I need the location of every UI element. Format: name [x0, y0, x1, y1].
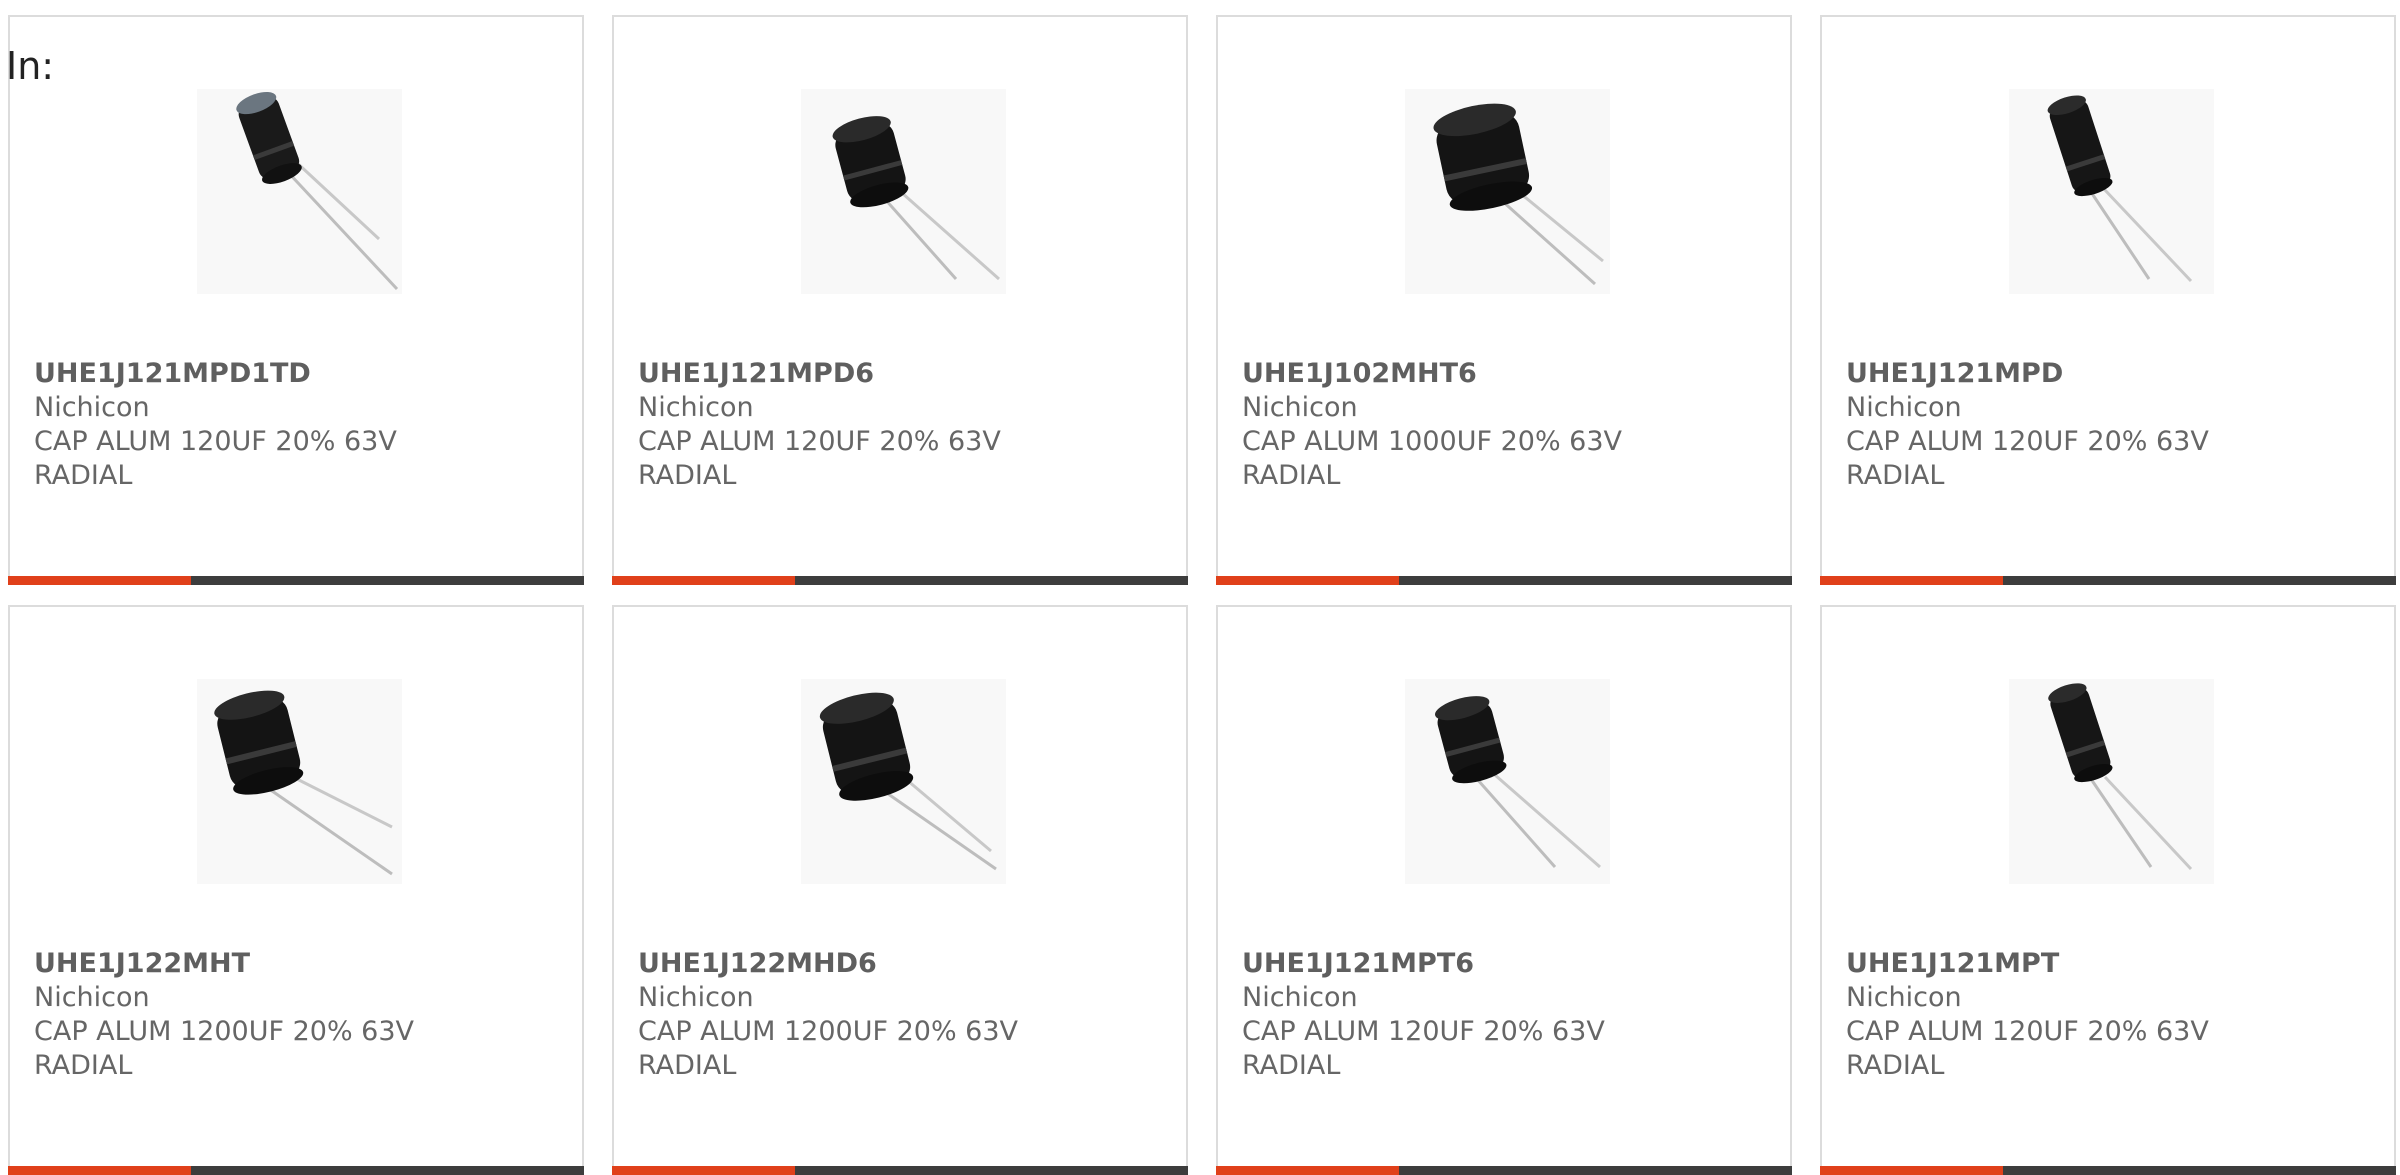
product-info: UHE1J122MHD6 Nichicon CAP ALUM 1200UF 20…	[638, 947, 1158, 1083]
card-accent-highlight	[1820, 576, 2003, 585]
card-accent-highlight	[612, 576, 795, 585]
product-card[interactable]: UHE1J102MHT6 Nichicon CAP ALUM 1000UF 20…	[1216, 15, 1792, 585]
radial-capacitor-icon	[2048, 683, 2193, 871]
product-image[interactable]	[801, 89, 1006, 294]
product-image[interactable]	[1405, 679, 1610, 884]
product-card[interactable]: UHE1J122MHT Nichicon CAP ALUM 1200UF 20%…	[8, 605, 584, 1175]
product-card[interactable]: UHE1J121MPD6 Nichicon CAP ALUM 120UF 20%…	[612, 15, 1188, 585]
product-info: UHE1J102MHT6 Nichicon CAP ALUM 1000UF 20…	[1242, 357, 1762, 493]
product-card[interactable]: UHE1J121MPD1TD Nichicon CAP ALUM 120UF 2…	[8, 15, 584, 585]
product-info: UHE1J121MPT6 Nichicon CAP ALUM 120UF 20%…	[1242, 947, 1762, 1083]
card-accent-highlight	[8, 576, 191, 585]
product-card[interactable]: UHE1J121MPD Nichicon CAP ALUM 120UF 20% …	[1820, 15, 2396, 585]
product-image[interactable]	[197, 679, 402, 884]
description: CAP ALUM 1000UF 20% 63V RADIAL	[1242, 426, 1623, 491]
product-info: UHE1J121MPD6 Nichicon CAP ALUM 120UF 20%…	[638, 357, 1158, 493]
manufacturer: Nichicon	[638, 982, 754, 1013]
card-accent-bar	[1820, 1166, 2396, 1175]
description: CAP ALUM 120UF 20% 63V RADIAL	[1846, 426, 2209, 491]
card-accent-highlight	[1216, 1166, 1399, 1175]
card-accent-highlight	[1216, 576, 1399, 585]
part-number[interactable]: UHE1J102MHT6	[1242, 357, 1762, 391]
manufacturer: Nichicon	[638, 392, 754, 423]
description: CAP ALUM 1200UF 20% 63V RADIAL	[638, 1016, 1019, 1081]
product-card[interactable]: UHE1J121MPT Nichicon CAP ALUM 120UF 20% …	[1820, 605, 2396, 1175]
part-number[interactable]: UHE1J121MPD1TD	[34, 357, 554, 391]
product-image[interactable]	[197, 89, 402, 294]
product-info: UHE1J121MPT Nichicon CAP ALUM 120UF 20% …	[1846, 947, 2366, 1083]
radial-capacitor-icon	[214, 690, 393, 876]
radial-capacitor-icon	[1435, 696, 1601, 869]
product-image[interactable]	[2009, 89, 2214, 294]
manufacturer: Nichicon	[34, 392, 150, 423]
description: CAP ALUM 1200UF 20% 63V RADIAL	[34, 1016, 415, 1081]
product-image[interactable]	[1405, 89, 1610, 294]
card-accent-bar	[1216, 576, 1792, 585]
part-number[interactable]: UHE1J122MHD6	[638, 947, 1158, 981]
in-label: In:	[6, 44, 55, 88]
card-accent-highlight	[1820, 1166, 2003, 1175]
card-accent-bar	[612, 1166, 1188, 1175]
part-number[interactable]: UHE1J121MPT	[1846, 947, 2366, 981]
radial-capacitor-icon	[1433, 103, 1604, 286]
product-info: UHE1J122MHT Nichicon CAP ALUM 1200UF 20%…	[34, 947, 554, 1083]
product-card[interactable]: UHE1J121MPT6 Nichicon CAP ALUM 120UF 20%…	[1216, 605, 1792, 1175]
manufacturer: Nichicon	[1846, 392, 1962, 423]
product-info: UHE1J121MPD1TD Nichicon CAP ALUM 120UF 2…	[34, 357, 554, 493]
card-accent-bar	[612, 576, 1188, 585]
manufacturer: Nichicon	[1846, 982, 1962, 1013]
product-info: UHE1J121MPD Nichicon CAP ALUM 120UF 20% …	[1846, 357, 2366, 493]
manufacturer: Nichicon	[1242, 392, 1358, 423]
product-grid: UHE1J121MPD1TD Nichicon CAP ALUM 120UF 2…	[0, 0, 2400, 1175]
description: CAP ALUM 120UF 20% 63V RADIAL	[1846, 1016, 2209, 1081]
description: CAP ALUM 120UF 20% 63V RADIAL	[1242, 1016, 1605, 1081]
card-accent-bar	[8, 576, 584, 585]
part-number[interactable]: UHE1J121MPD	[1846, 357, 2366, 391]
description: CAP ALUM 120UF 20% 63V RADIAL	[34, 426, 397, 491]
card-accent-highlight	[612, 1166, 795, 1175]
radial-capacitor-icon	[236, 91, 399, 291]
card-accent-bar	[1820, 576, 2396, 585]
card-accent-highlight	[8, 1166, 191, 1175]
radial-capacitor-icon	[832, 116, 1000, 281]
description: CAP ALUM 120UF 20% 63V RADIAL	[638, 426, 1001, 491]
part-number[interactable]: UHE1J122MHT	[34, 947, 554, 981]
card-accent-bar	[1216, 1166, 1792, 1175]
part-number[interactable]: UHE1J121MPT6	[1242, 947, 1762, 981]
product-image[interactable]	[2009, 679, 2214, 884]
manufacturer: Nichicon	[1242, 982, 1358, 1013]
radial-capacitor-icon	[819, 692, 997, 871]
manufacturer: Nichicon	[34, 982, 150, 1013]
radial-capacitor-icon	[2047, 95, 2193, 283]
product-card[interactable]: UHE1J122MHD6 Nichicon CAP ALUM 1200UF 20…	[612, 605, 1188, 1175]
card-accent-bar	[8, 1166, 584, 1175]
part-number[interactable]: UHE1J121MPD6	[638, 357, 1158, 391]
product-image[interactable]	[801, 679, 1006, 884]
